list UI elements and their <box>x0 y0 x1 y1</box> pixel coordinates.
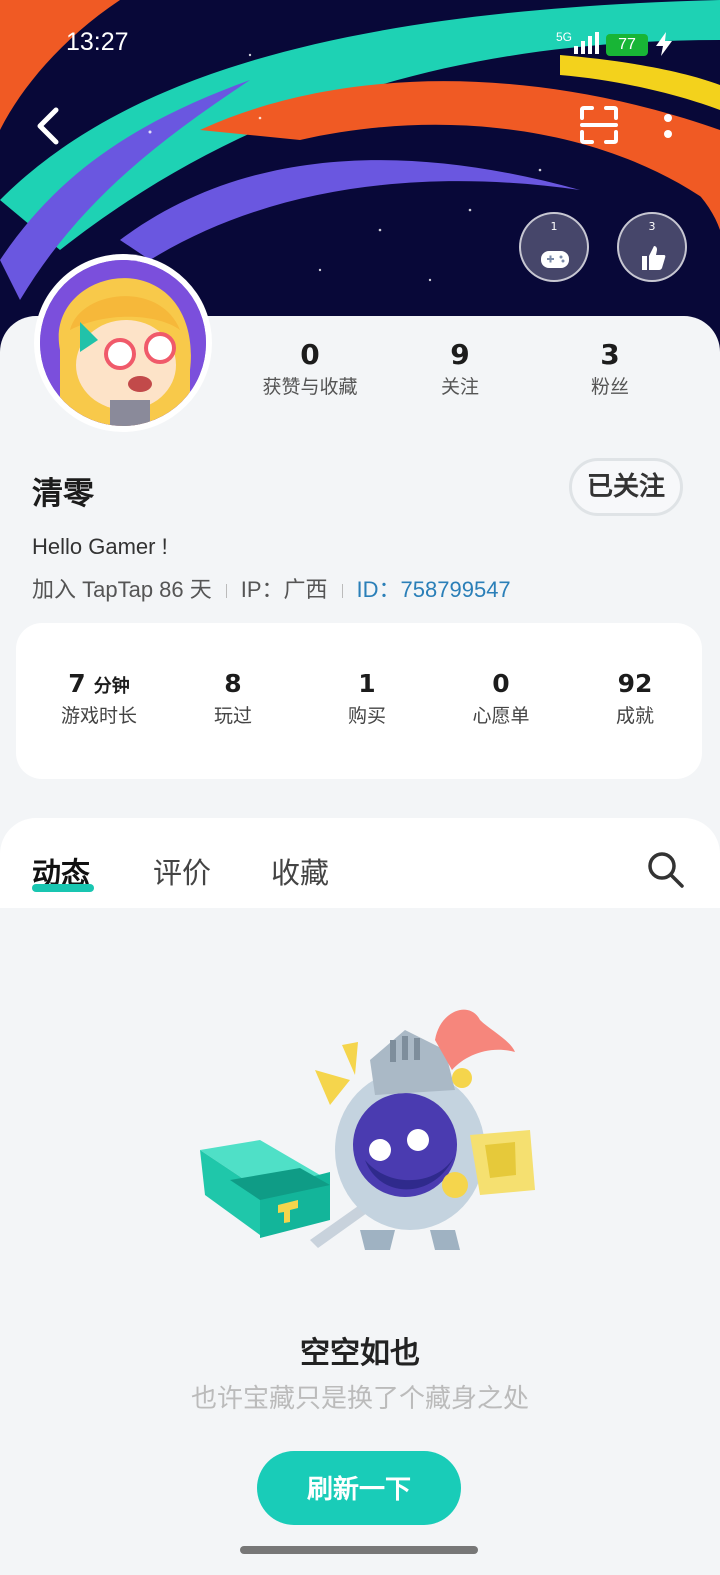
empty-state-subtitle: 也许宝藏只是换了个藏身之处 <box>190 1384 529 1414</box>
tab-bar <box>0 818 720 908</box>
gamepad-icon <box>541 251 569 268</box>
stat-value: 8 <box>224 669 242 698</box>
back-arrow-icon <box>37 107 59 145</box>
search-icon <box>648 852 684 888</box>
stat-label: 玩过 <box>213 705 252 727</box>
more-button[interactable] <box>660 110 676 148</box>
badge-likes[interactable]: 3 <box>617 212 687 282</box>
empty-state-title: 空空如也 <box>300 1336 420 1371</box>
stat-followers[interactable]: 3 粉丝 <box>540 338 680 399</box>
thumbs-up-icon <box>642 246 666 270</box>
avatar-image <box>40 260 206 426</box>
follow-button[interactable]: 已关注 <box>569 458 683 516</box>
stat-value: 1 <box>358 669 376 698</box>
game-stat-wishlist[interactable]: 0 心愿单 <box>434 669 568 728</box>
stat-value: 9 <box>450 338 470 371</box>
stat-value: 0 <box>300 338 320 371</box>
stat-label: 购买 <box>347 705 386 727</box>
back-button[interactable] <box>34 106 62 150</box>
stat-likes[interactable]: 0 获赞与收藏 <box>240 338 380 399</box>
home-indicator[interactable] <box>240 1546 478 1554</box>
user-meta: 加入 TapTap 86 天 IP：广西 ID：758799547 <box>32 572 511 604</box>
badge-level: 1 <box>550 220 558 233</box>
game-stat-achievements[interactable]: 92 成就 <box>568 669 702 728</box>
stat-label: 粉丝 <box>590 376 629 398</box>
stat-value: 7 分钟 <box>68 669 130 698</box>
scan-icon <box>580 106 618 144</box>
badge-gamer[interactable]: 1 <box>519 212 589 282</box>
scan-button[interactable] <box>578 104 620 150</box>
stat-value: 92 <box>617 669 653 698</box>
user-bio: Hello Gamer ! <box>32 534 168 559</box>
charging-icon <box>656 32 672 56</box>
stat-label: 心愿单 <box>472 705 530 727</box>
avatar[interactable] <box>34 254 212 432</box>
divider <box>225 584 227 599</box>
network-label: 5G <box>556 30 573 44</box>
tab-reviews[interactable]: 评价 <box>153 850 211 892</box>
stat-label: 游戏时长 <box>60 705 137 727</box>
stat-following[interactable]: 9 关注 <box>390 338 530 399</box>
stat-value: 3 <box>600 338 620 371</box>
ip-location: IP：广西 <box>240 577 328 602</box>
status-time: 13:27 <box>66 28 129 56</box>
signal-icon <box>574 32 599 54</box>
stat-label: 关注 <box>440 376 479 398</box>
empty-state-illustration <box>200 1009 535 1250</box>
game-stats-card: 7 分钟 游戏时长 8 玩过 1 购买 0 心愿单 92 成就 <box>16 623 702 779</box>
game-stat-played[interactable]: 8 玩过 <box>166 669 300 728</box>
stat-label: 获赞与收藏 <box>262 376 358 398</box>
refresh-button[interactable]: 刷新一下 <box>257 1451 461 1525</box>
game-stat-purchased[interactable]: 1 购买 <box>300 669 434 728</box>
game-stat-playtime[interactable]: 7 分钟 游戏时长 <box>32 669 166 728</box>
status-bar: 13:27 5G 77 <box>0 28 720 62</box>
search-button[interactable] <box>646 850 686 894</box>
divider <box>341 584 343 599</box>
badge-level: 3 <box>648 220 656 233</box>
tab-favorites[interactable]: 收藏 <box>271 850 329 892</box>
user-name: 清零 <box>32 476 94 512</box>
battery-indicator: 77 <box>606 34 648 56</box>
more-icon <box>664 114 672 138</box>
stat-value: 0 <box>492 669 510 698</box>
active-tab-indicator <box>32 884 94 892</box>
user-id[interactable]: ID：758799547 <box>357 577 511 602</box>
join-days: 加入 TapTap 86 天 <box>32 577 212 602</box>
stat-label: 成就 <box>615 705 654 727</box>
